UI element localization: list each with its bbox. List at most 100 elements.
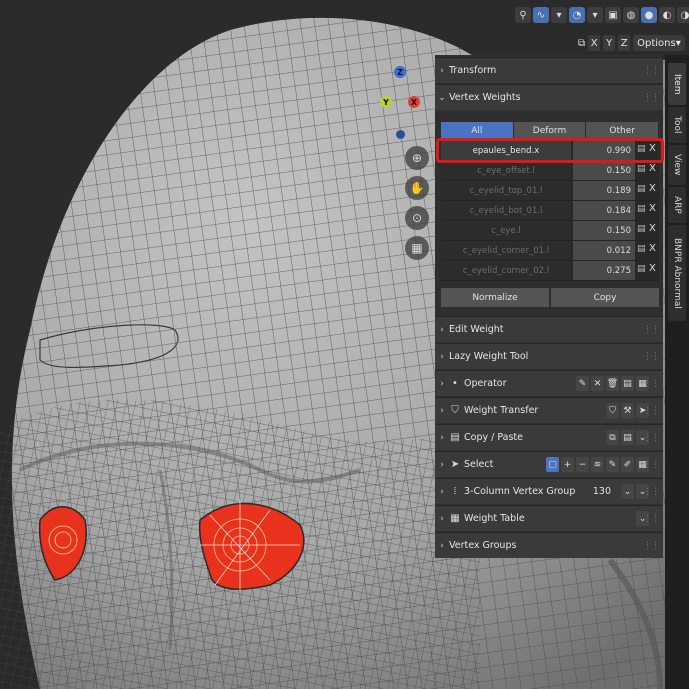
drag-grip-icon[interactable]: ⋮⋮ bbox=[643, 93, 660, 103]
tab-item[interactable]: Item bbox=[668, 63, 686, 105]
weight-row[interactable]: c_eyelid_bot_01.l 0.184 ▤ X bbox=[441, 201, 659, 221]
xray-icon[interactable]: ▣ bbox=[605, 7, 621, 23]
edit-weight-section-header[interactable]: › Edit Weight ⋮⋮ bbox=[435, 316, 663, 342]
weight-row[interactable]: c_eyelid_top_01.l 0.189 ▤ X bbox=[441, 181, 659, 201]
select-section-header[interactable]: › ➤ Select ▢ + − ≋ ✎ ✐ ▦ ⋮⋮ bbox=[435, 451, 663, 477]
tab-other[interactable]: Other bbox=[586, 122, 660, 139]
render-shading-icon[interactable]: ◑ bbox=[677, 7, 689, 23]
chevron-right-icon: › bbox=[440, 486, 444, 497]
drag-grip-icon[interactable]: ⋮⋮ bbox=[643, 460, 660, 470]
weight-value-field[interactable]: 0.189 bbox=[573, 181, 635, 200]
chevron-down-icon[interactable]: ▾ bbox=[551, 7, 567, 23]
column-count-value[interactable]: 130 bbox=[593, 486, 611, 497]
options-dropdown[interactable]: Options ▾ bbox=[633, 35, 685, 51]
select-box-icon[interactable]: ▢ bbox=[546, 457, 559, 472]
weight-table-section-header[interactable]: › ▦ Weight Table ⌄ ⋮⋮ bbox=[435, 505, 663, 531]
drag-grip-icon[interactable]: ⋮⋮ bbox=[643, 379, 660, 389]
paste-icon[interactable]: ▤ bbox=[637, 204, 647, 217]
weight-row[interactable]: c_eyelid_corner_02.l 0.275 ▤ X bbox=[441, 261, 659, 281]
tab-all[interactable]: All bbox=[441, 122, 514, 139]
trash-icon[interactable]: 🗑 bbox=[606, 376, 619, 391]
wrench-icon[interactable]: ⚒ bbox=[621, 403, 634, 418]
weight-row[interactable]: c_eyelid_corner_01.l 0.012 ▤ X bbox=[441, 241, 659, 261]
gizmo-y-axis[interactable]: Y bbox=[380, 96, 392, 108]
pin-icon[interactable]: ⚲ bbox=[515, 7, 531, 23]
copy-button[interactable]: Copy bbox=[551, 288, 659, 307]
vertex-groups-section-header[interactable]: › Vertex Groups ⋮⋮ bbox=[435, 532, 663, 558]
tab-arp[interactable]: ARP bbox=[668, 187, 686, 223]
plus-icon[interactable]: + bbox=[561, 457, 574, 472]
drag-grip-icon[interactable]: ⋮⋮ bbox=[643, 325, 660, 335]
copy-paste-section-header[interactable]: › ▤ Copy / Paste ⧉ ▤ ⌄ ⋮⋮ bbox=[435, 424, 663, 450]
camera-icon[interactable]: ⊙ bbox=[405, 206, 429, 230]
copy-icon[interactable]: ⧉ bbox=[606, 430, 619, 445]
material-shading-icon[interactable]: ◐ bbox=[659, 7, 675, 23]
tab-bnpr-abnormal[interactable]: BNPR Abnormal bbox=[668, 225, 686, 321]
chevron-right-icon: › bbox=[440, 459, 444, 470]
vertex-weights-tabs: All Deform Other bbox=[441, 122, 660, 139]
viewport-header: ⚲ ∿ ▾ ◔ ▾ ▣ ◍ ● ◐ ◑ ▾ bbox=[515, 4, 689, 26]
paste-icon[interactable]: ▤ bbox=[637, 224, 647, 237]
chevron-down-icon[interactable]: ⌄ bbox=[621, 484, 634, 499]
transform-section-header[interactable]: › Transform ⋮⋮ bbox=[435, 57, 663, 83]
weight-transfer-section-header[interactable]: › ⛉ Weight Transfer ⛉ ⚒ ➤ ⋮⋮ bbox=[435, 397, 663, 423]
wave-icon[interactable]: ≋ bbox=[591, 457, 604, 472]
operator-section-header[interactable]: › • Operator ✎ ✕ 🗑 ▤ ▦ ⋮⋮ bbox=[435, 370, 663, 396]
overlay-icon[interactable]: ◔ bbox=[569, 7, 585, 23]
grid-perspective-icon[interactable]: ▦ bbox=[405, 236, 429, 260]
drag-grip-icon[interactable]: ⋮⋮ bbox=[643, 433, 660, 443]
brush-icon[interactable]: ✎ bbox=[606, 457, 619, 472]
weight-value-field[interactable]: 0.275 bbox=[573, 261, 635, 280]
tab-tool[interactable]: Tool bbox=[668, 107, 686, 143]
paste-icon[interactable]: ▤ bbox=[637, 184, 647, 197]
remove-button[interactable]: X bbox=[649, 223, 659, 237]
tab-deform[interactable]: Deform bbox=[513, 122, 587, 139]
zoom-icon[interactable]: ⊕ bbox=[405, 146, 429, 170]
cross-tool-icon[interactable]: ✕ bbox=[591, 376, 604, 391]
weight-value-field[interactable]: 0.150 bbox=[573, 161, 635, 180]
snap-icon[interactable]: ∿ bbox=[533, 7, 549, 23]
drag-grip-icon[interactable]: ⋮⋮ bbox=[643, 406, 660, 416]
mirror-icon: ⧉ bbox=[578, 37, 586, 49]
gizmo-neg-z-axis[interactable] bbox=[396, 130, 405, 139]
drag-grip-icon[interactable]: ⋮⋮ bbox=[643, 541, 660, 551]
brush-alt-icon[interactable]: ✐ bbox=[621, 457, 634, 472]
drag-grip-icon[interactable]: ⋮⋮ bbox=[643, 487, 660, 497]
shield-tool-icon[interactable]: ⛉ bbox=[606, 403, 619, 418]
paste-icon[interactable]: ▤ bbox=[637, 244, 647, 257]
mirror-x-toggle[interactable]: X bbox=[588, 35, 601, 51]
remove-button[interactable]: X bbox=[649, 243, 659, 257]
weight-row[interactable]: c_eye_offset.l 0.150 ▤ X bbox=[441, 161, 659, 181]
wire-shading-icon[interactable]: ◍ bbox=[623, 7, 639, 23]
hand-pan-icon[interactable]: ✋ bbox=[405, 176, 429, 200]
weight-row[interactable]: c_eye.l 0.150 ▤ X bbox=[441, 221, 659, 241]
weight-value-field[interactable]: 0.012 bbox=[573, 241, 635, 260]
mirror-z-toggle[interactable]: Z bbox=[618, 35, 631, 51]
mirror-y-toggle[interactable]: Y bbox=[603, 35, 616, 51]
vertex-weights-section-header[interactable]: ⌄ Vertex Weights ⋮⋮ bbox=[435, 84, 663, 110]
chevron-down-icon[interactable]: ▾ bbox=[587, 7, 603, 23]
drag-grip-icon[interactable]: ⋮⋮ bbox=[643, 514, 660, 524]
three-column-vertex-group-section-header[interactable]: › ⦙ 3-Column Vertex Group 130 ⌄ ⌄ ⋮⋮ bbox=[435, 478, 663, 504]
lazy-weight-tool-section-header[interactable]: › Lazy Weight Tool ⋮⋮ bbox=[435, 343, 663, 369]
brush-icon[interactable]: ✎ bbox=[576, 376, 589, 391]
gizmo-x-axis[interactable]: X bbox=[408, 96, 420, 108]
paste-icon[interactable]: ▤ bbox=[621, 430, 634, 445]
chevron-right-icon: › bbox=[440, 540, 444, 551]
paste-icon[interactable]: ▤ bbox=[637, 264, 647, 277]
remove-button[interactable]: X bbox=[649, 203, 659, 217]
remove-button[interactable]: X bbox=[649, 183, 659, 197]
tab-view[interactable]: View bbox=[668, 145, 686, 185]
remove-button[interactable]: X bbox=[649, 163, 659, 177]
normalize-button[interactable]: Normalize bbox=[441, 288, 549, 307]
minus-icon[interactable]: − bbox=[576, 457, 589, 472]
weight-value-field[interactable]: 0.184 bbox=[573, 201, 635, 220]
solid-shading-icon[interactable]: ● bbox=[641, 7, 657, 23]
drag-grip-icon[interactable]: ⋮⋮ bbox=[643, 352, 660, 362]
paste-icon[interactable]: ▤ bbox=[621, 376, 634, 391]
drag-grip-icon[interactable]: ⋮⋮ bbox=[643, 66, 660, 76]
gizmo-z-axis[interactable]: Z bbox=[394, 66, 406, 78]
weight-value-field[interactable]: 0.150 bbox=[573, 221, 635, 240]
remove-button[interactable]: X bbox=[649, 263, 659, 277]
paste-icon[interactable]: ▤ bbox=[637, 164, 647, 177]
